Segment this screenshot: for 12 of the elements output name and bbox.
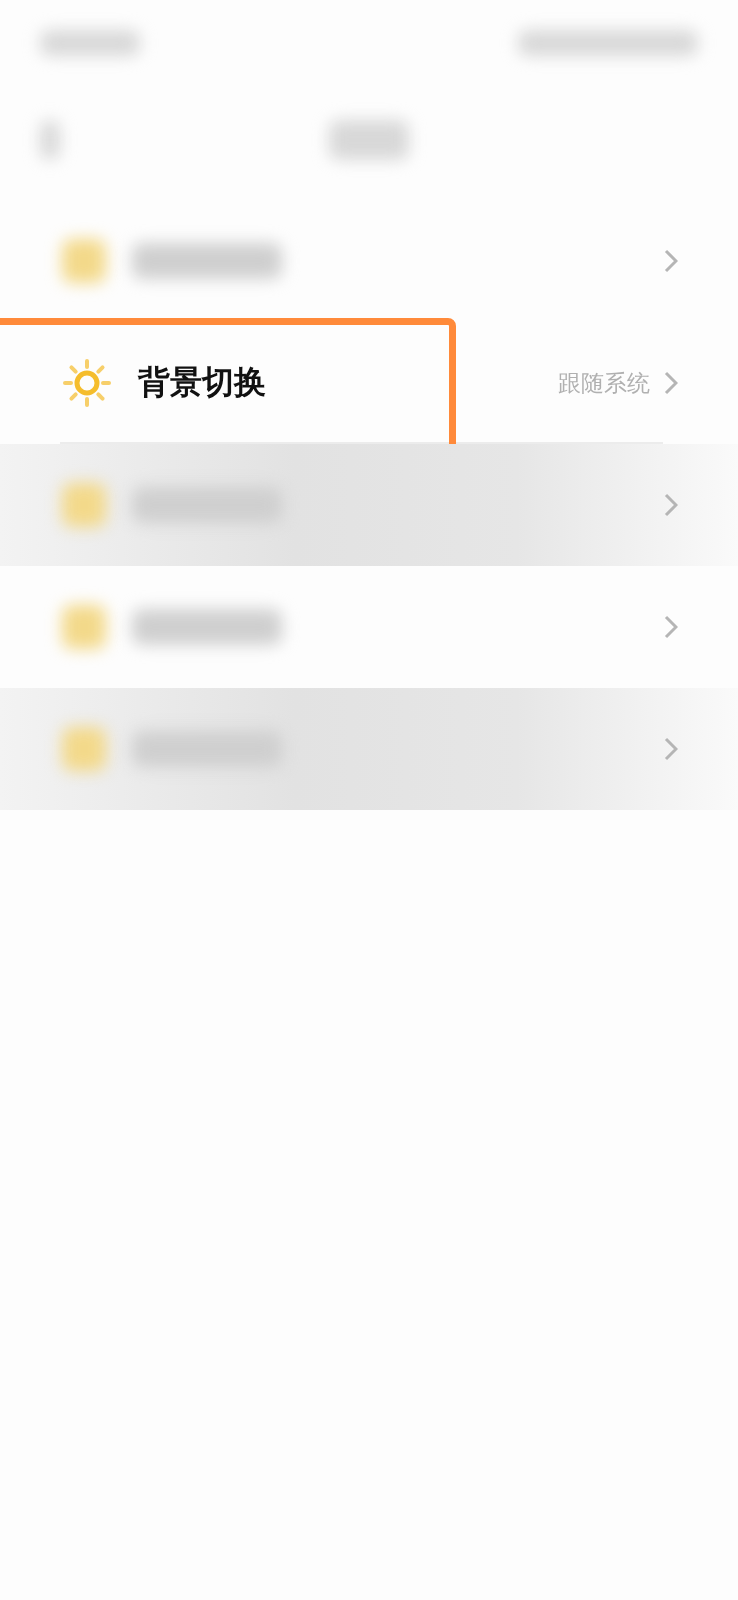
blurred-row-icon	[62, 483, 106, 527]
chevron-icon	[664, 737, 678, 761]
blurred-row-icon	[62, 605, 106, 649]
chevron-icon	[664, 615, 678, 639]
chevron-icon	[664, 371, 678, 395]
blurred-row-icon	[62, 239, 106, 283]
row-value: 跟随系统	[558, 368, 650, 398]
sun-icon	[62, 358, 112, 408]
blurred-row-icon	[62, 727, 106, 771]
row-label: 背景切换	[138, 362, 267, 403]
chevron-icon	[664, 493, 678, 517]
chevron-icon	[664, 249, 678, 273]
